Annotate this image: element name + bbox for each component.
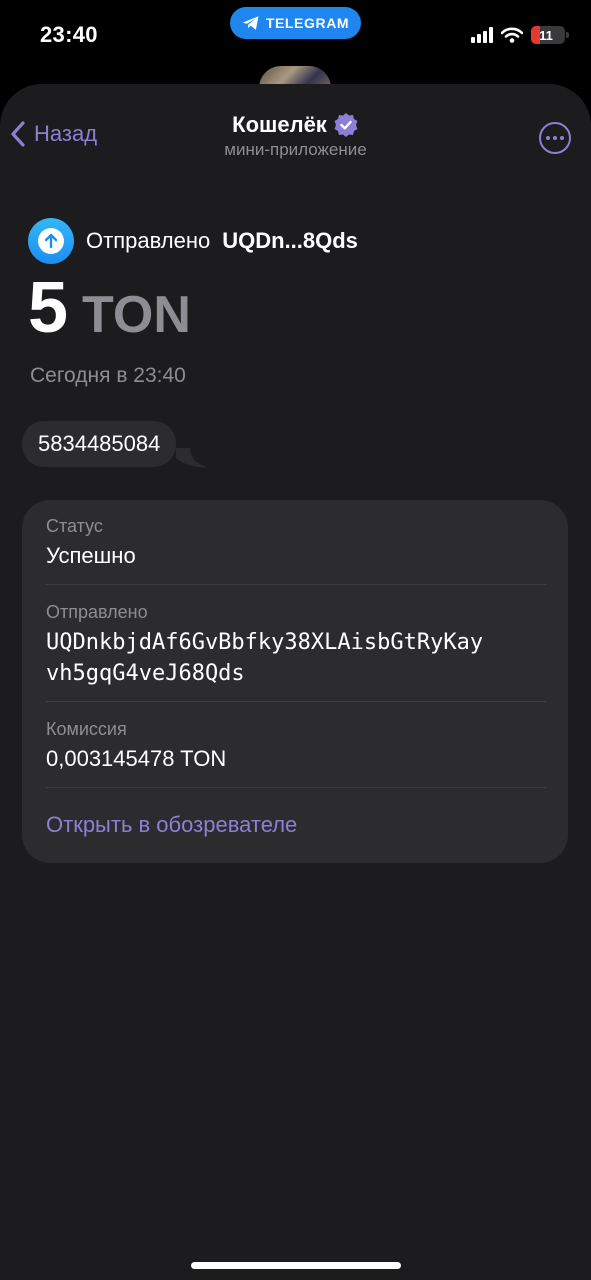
fee-row: Комиссия 0,003145478 TON	[46, 719, 544, 772]
signal-icon	[471, 27, 493, 43]
telegram-icon	[242, 16, 259, 30]
battery-tip	[566, 32, 569, 38]
more-button[interactable]	[539, 122, 571, 154]
arrow-up-icon	[44, 233, 58, 249]
status-icons: 11	[471, 26, 569, 44]
address-line-1: UQDnkbjdAf6GvBbfky38XLAisbGtRyKay	[46, 630, 484, 655]
short-address[interactable]: UQDn...8Qds	[222, 228, 358, 254]
verified-badge-icon	[334, 113, 358, 137]
more-icon-dot	[553, 136, 557, 140]
open-in-explorer-link[interactable]: Открыть в обозревателе	[46, 812, 297, 838]
status-label: Статус	[46, 516, 103, 536]
fee-label: Комиссия	[46, 719, 127, 739]
comment-bubble: 5834485084	[22, 421, 177, 467]
amount-value: 5	[28, 268, 69, 348]
sent-header: Отправлено UQDn...8Qds	[28, 218, 358, 264]
fee-value: 0,003145478 TON	[46, 746, 227, 771]
details-card: Статус Успешно Отправлено UQDnkbjdAf6GvB…	[22, 500, 568, 863]
amount-row: 5 TON	[28, 272, 191, 344]
comment-text: 5834485084	[38, 431, 161, 456]
mini-app-sheet: Назад Кошелёк мини-приложение Отправлено…	[0, 84, 591, 1280]
page-title: Кошелёк	[232, 112, 327, 137]
more-icon-dot	[546, 136, 550, 140]
title-block: Кошелёк мини-приложение	[0, 112, 591, 160]
transaction-date: Сегодня в 23:40	[30, 364, 186, 387]
address-line-2: vh5gqG4veJ68Qds	[46, 661, 245, 686]
telegram-pill[interactable]: TELEGRAM	[230, 7, 361, 39]
wifi-icon	[501, 27, 523, 43]
status-value: Успешно	[46, 543, 136, 568]
page-subtitle: мини-приложение	[224, 140, 367, 159]
status-bar: 23:40 TELEGRAM 11	[0, 0, 591, 70]
amount-currency: TON	[82, 286, 191, 344]
home-indicator[interactable]	[191, 1262, 401, 1269]
recipient-label: Отправлено	[46, 602, 148, 622]
battery-icon: 11	[531, 26, 569, 44]
more-icon-dot	[560, 136, 564, 140]
telegram-pill-label: TELEGRAM	[265, 15, 350, 31]
bubble-tail	[176, 448, 208, 468]
divider	[46, 787, 546, 788]
sent-arrow-icon	[28, 218, 74, 264]
divider	[46, 584, 546, 585]
recipient-row[interactable]: Отправлено UQDnkbjdAf6GvBbfky38XLAisbGtR…	[46, 602, 544, 689]
sent-label: Отправлено	[86, 228, 211, 253]
nav-bar: Назад Кошелёк мини-приложение	[0, 84, 591, 174]
status-row: Статус Успешно	[46, 516, 544, 569]
battery-level: 11	[539, 27, 553, 43]
divider	[46, 701, 546, 702]
status-time: 23:40	[40, 22, 98, 47]
